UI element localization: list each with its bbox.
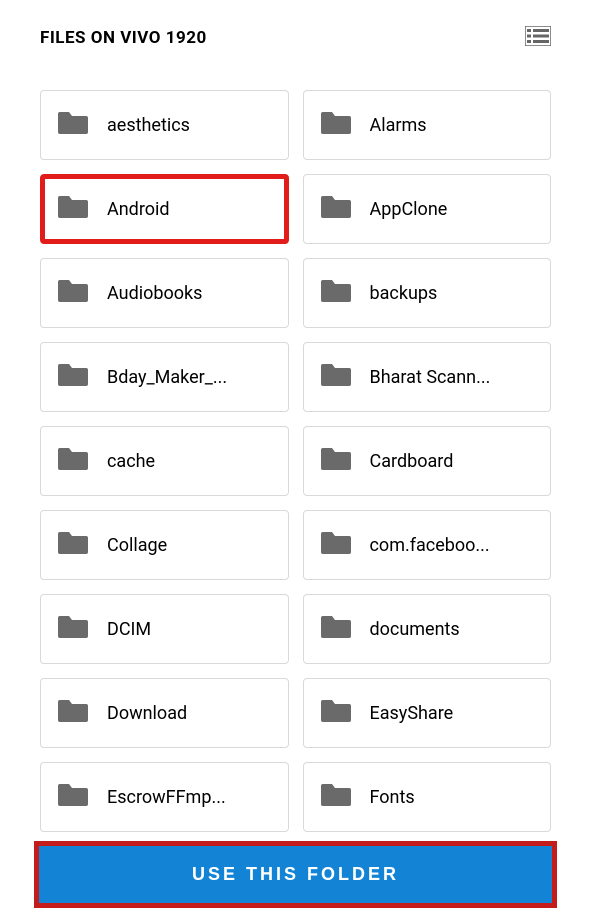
folder-icon [320,277,370,309]
folder-item[interactable]: Cardboard [303,426,552,496]
folder-item[interactable]: Bharat Scann... [303,342,552,412]
folder-label: Download [107,703,187,724]
folder-icon [320,193,370,225]
folder-icon [57,277,107,309]
folder-label: Fonts [370,787,415,808]
header-bar: FILES ON VIVO 1920 [0,0,591,60]
folder-icon [320,361,370,393]
footer-highlight: USE THIS FOLDER [34,841,557,908]
folder-grid: aesthetics Alarms Android AppClone Audiobook… [0,60,591,842]
folder-icon [320,529,370,561]
page-title: FILES ON VIVO 1920 [40,28,207,48]
folder-item[interactable]: aesthetics [40,90,289,160]
folder-icon [320,109,370,141]
folder-item[interactable]: EscrowFFmp... [40,762,289,832]
folder-label: Audiobooks [107,283,202,304]
folder-label: Android [107,199,170,220]
folder-item[interactable]: Download [40,678,289,748]
folder-item[interactable]: AppClone [303,174,552,244]
folder-item[interactable]: Fonts [303,762,552,832]
folder-item[interactable]: Audiobooks [40,258,289,328]
folder-item[interactable]: Bday_Maker_... [40,342,289,412]
folder-item[interactable]: backups [303,258,552,328]
folder-label: aesthetics [107,115,190,136]
folder-item[interactable]: cache [40,426,289,496]
folder-label: Alarms [370,115,427,136]
folder-item[interactable]: Alarms [303,90,552,160]
folder-label: documents [370,619,460,640]
folder-label: EscrowFFmp... [107,787,226,808]
folder-label: cache [107,451,155,472]
folder-label: Bday_Maker_... [107,367,227,388]
folder-icon [57,781,107,813]
folder-icon [320,445,370,477]
folder-icon [57,613,107,645]
folder-label: backups [370,283,438,304]
folder-icon [57,697,107,729]
folder-icon [320,613,370,645]
folder-label: EasyShare [370,703,454,724]
folder-icon [57,109,107,141]
folder-label: DCIM [107,619,151,640]
use-this-folder-button[interactable]: USE THIS FOLDER [39,846,552,903]
folder-item[interactable]: DCIM [40,594,289,664]
folder-icon [57,193,107,225]
folder-item[interactable]: Collage [40,510,289,580]
folder-icon [320,697,370,729]
folder-item[interactable]: documents [303,594,552,664]
folder-label: AppClone [370,199,448,220]
folder-item[interactable]: com.faceboo... [303,510,552,580]
folder-icon [57,361,107,393]
folder-item[interactable]: EasyShare [303,678,552,748]
folder-icon [57,529,107,561]
folder-label: com.faceboo... [370,535,490,556]
folder-label: Bharat Scann... [370,367,491,388]
folder-label: Collage [107,535,167,556]
list-view-icon[interactable] [525,26,551,50]
folder-item[interactable]: Android [40,174,289,244]
footer-container: USE THIS FOLDER [34,841,557,908]
folder-label: Cardboard [370,451,454,472]
folder-icon [57,445,107,477]
folder-icon [320,781,370,813]
